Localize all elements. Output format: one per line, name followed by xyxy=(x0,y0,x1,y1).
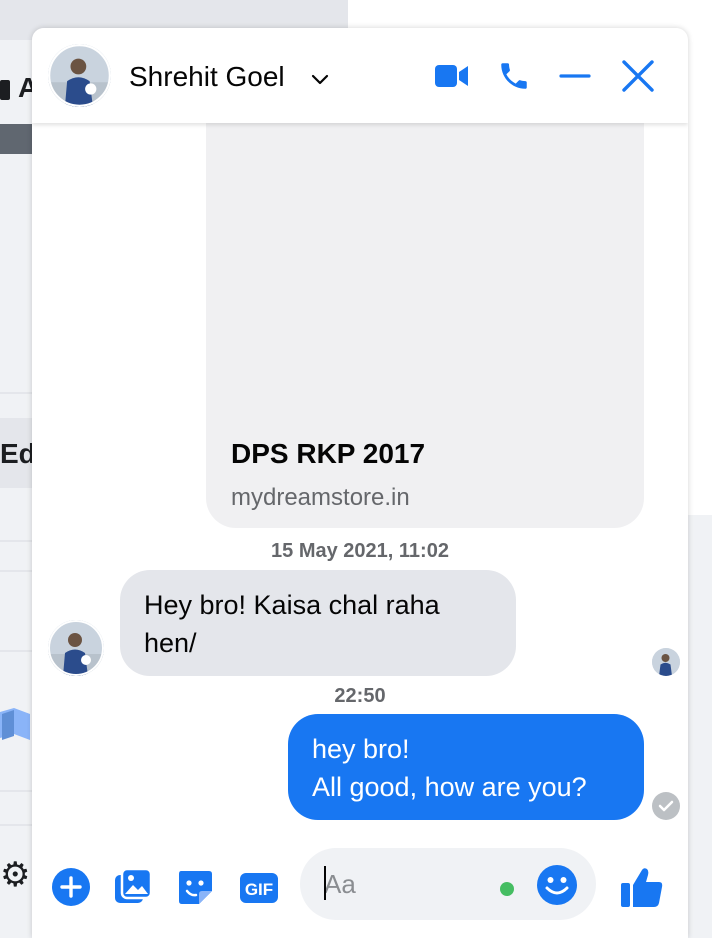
seen-avatar-photo xyxy=(652,648,680,676)
video-call-icon xyxy=(435,65,468,87)
emoji-icon[interactable] xyxy=(536,864,578,906)
plus-circle-icon xyxy=(52,868,90,906)
chat-window: DPS RKP 2017 mydreamstore.in 15 May 2021… xyxy=(32,28,688,938)
sticker-button[interactable] xyxy=(172,864,218,910)
message-input-wrapper xyxy=(300,848,596,920)
outgoing-message-line: hey bro! xyxy=(312,734,410,764)
more-actions-button[interactable] xyxy=(48,864,94,910)
outgoing-message-bubble[interactable]: hey bro! All good, how are you? xyxy=(288,714,644,820)
message-timestamp: 22:50 xyxy=(334,685,386,707)
message-composer: GIF xyxy=(32,838,688,938)
avatar-photo xyxy=(48,620,104,676)
link-preview-card[interactable]: DPS RKP 2017 mydreamstore.in xyxy=(206,108,644,528)
thumbs-up-icon xyxy=(621,868,663,907)
minimize-icon xyxy=(559,74,591,78)
seen-indicator-avatar xyxy=(652,648,680,676)
text-caret xyxy=(324,866,326,900)
phone-call-icon xyxy=(501,63,527,89)
link-preview-url: mydreamstore.in xyxy=(231,484,410,511)
message-input[interactable] xyxy=(324,862,494,906)
sticker-icon xyxy=(179,871,212,904)
header-avatar-photo xyxy=(48,44,111,107)
header-avatar[interactable] xyxy=(48,44,111,107)
background-gear-icon[interactable]: ⚙ xyxy=(0,858,30,892)
background-right-panel xyxy=(688,515,712,938)
sent-check-icon xyxy=(652,792,680,820)
incoming-message-bubble[interactable]: Hey bro! Kaisa chal raha hen/ xyxy=(120,570,516,676)
contact-name[interactable]: Shrehit Goel xyxy=(129,61,285,93)
gif-icon: GIF xyxy=(240,873,278,903)
attach-photo-button[interactable] xyxy=(110,864,156,910)
link-preview-title: DPS RKP 2017 xyxy=(231,438,426,469)
contact-avatar[interactable] xyxy=(48,620,104,676)
voice-call-button[interactable] xyxy=(492,54,536,98)
chevron-down-icon[interactable] xyxy=(309,68,331,90)
video-call-button[interactable] xyxy=(430,54,474,98)
like-button[interactable] xyxy=(618,862,666,912)
photo-icon xyxy=(115,867,153,903)
minimize-button[interactable] xyxy=(553,54,597,98)
close-button[interactable] xyxy=(616,54,660,98)
svg-text:GIF: GIF xyxy=(245,880,273,899)
outgoing-message-line: All good, how are you? xyxy=(312,772,587,802)
message-timestamp: 15 May 2021, 11:02 xyxy=(271,540,449,562)
active-status-dot xyxy=(500,882,514,896)
gif-button[interactable]: GIF xyxy=(236,864,282,910)
background-doc-icon xyxy=(0,79,10,100)
chat-header: Shrehit Goel xyxy=(32,28,688,123)
close-icon xyxy=(622,60,654,92)
